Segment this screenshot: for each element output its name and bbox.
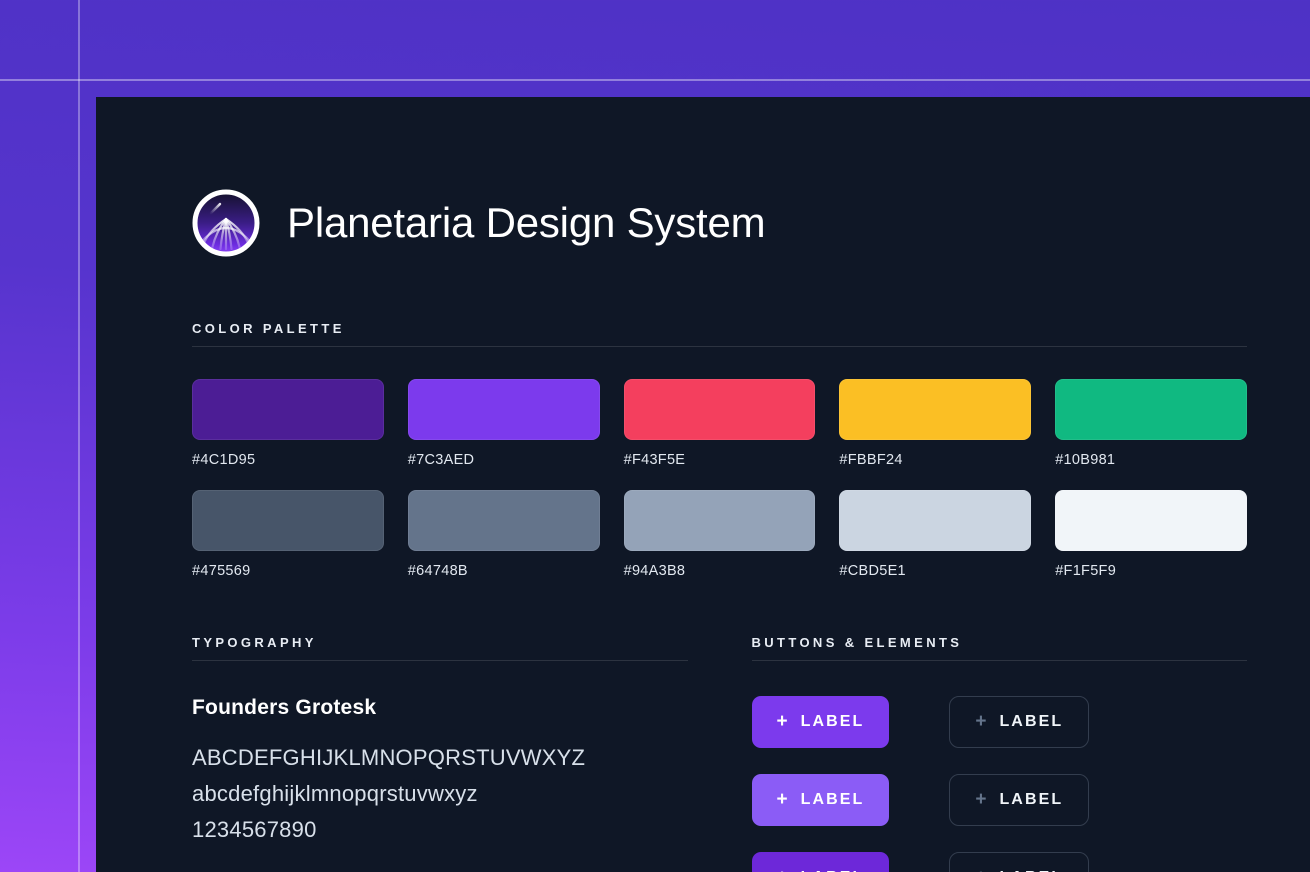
digits-sample: 1234567890 [192,812,688,848]
filled-label-button-active[interactable]: + LABEL [752,852,890,872]
button-row: + LABEL + LABEL [752,774,1248,826]
plus-icon: + [777,790,788,809]
color-swatch [624,379,816,440]
swatch-cell: #FBBF24 [839,379,1031,468]
button-label: LABEL [999,713,1063,731]
section-divider [192,660,688,661]
typography-section: TYPOGRAPHY Founders Grotesk ABCDEFGHIJKL… [192,635,688,872]
swatch-cell: #F43F5E [624,379,816,468]
design-system-panel: Planetaria Design System COLOR PALETTE #… [96,97,1310,872]
swatch-cell: #64748B [408,490,600,579]
panel-content: Planetaria Design System COLOR PALETTE #… [192,189,1247,872]
type-specimen: Founders Grotesk ABCDEFGHIJKLMNOPQRSTUVW… [192,696,688,848]
filled-label-button-hover[interactable]: + LABEL [752,774,890,826]
color-palette-section: COLOR PALETTE #4C1D95 #7C3AED #F43F5E # [192,321,1247,579]
font-name: Founders Grotesk [192,696,688,720]
type-samples: ABCDEFGHIJKLMNOPQRSTUVWXYZ abcdefghijklm… [192,740,688,848]
swatch-hex-label: #FBBF24 [839,452,1031,468]
swatch-hex-label: #475569 [192,563,384,579]
color-swatch [839,490,1031,551]
swatch-cell: #10B981 [1055,379,1247,468]
swatch-hex-label: #7C3AED [408,452,600,468]
plus-icon: + [777,868,788,872]
color-swatch [839,379,1031,440]
section-divider [192,346,1247,347]
section-divider [752,660,1248,661]
color-palette-heading: COLOR PALETTE [192,321,1247,336]
uppercase-sample: ABCDEFGHIJKLMNOPQRSTUVWXYZ [192,740,688,776]
swatch-hex-label: #F1F5F9 [1055,563,1247,579]
plus-icon: + [975,712,986,731]
swatch-cell: #F1F5F9 [1055,490,1247,579]
page-background: { "brand": { "title": "Planetaria Design… [0,0,1310,872]
plus-icon: + [975,868,986,872]
plus-icon: + [777,712,788,731]
lowercase-sample: abcdefghijklmnopqrstuvwxyz [192,776,688,812]
outline-label-button[interactable]: + LABEL [949,852,1089,872]
swatch-hex-label: #94A3B8 [624,563,816,579]
typography-heading: TYPOGRAPHY [192,635,688,650]
swatch-hex-label: #CBD5E1 [839,563,1031,579]
swatch-cell: #4C1D95 [192,379,384,468]
color-swatch [1055,490,1247,551]
planetaria-logo-icon [192,189,260,257]
color-swatch [192,490,384,551]
button-label: LABEL [801,791,865,809]
swatch-cell: #475569 [192,490,384,579]
swatch-cell: #CBD5E1 [839,490,1031,579]
color-swatch [1055,379,1247,440]
button-rows: + LABEL + LABEL + LABEL [752,696,1248,872]
backdrop-grid-line-vertical [78,0,80,872]
color-swatch [624,490,816,551]
lower-sections: TYPOGRAPHY Founders Grotesk ABCDEFGHIJKL… [192,635,1247,872]
filled-label-button[interactable]: + LABEL [752,696,890,748]
outline-label-button[interactable]: + LABEL [949,696,1089,748]
swatch-hex-label: #10B981 [1055,452,1247,468]
buttons-section: BUTTONS & ELEMENTS + LABEL + LABEL [752,635,1248,872]
color-swatch [192,379,384,440]
plus-icon: + [975,790,986,809]
backdrop-grid-line-horizontal [0,79,1310,81]
swatch-hex-label: #F43F5E [624,452,816,468]
swatch-hex-label: #4C1D95 [192,452,384,468]
swatch-cell: #7C3AED [408,379,600,468]
button-label: LABEL [801,713,865,731]
swatch-hex-label: #64748B [408,563,600,579]
page-title: Planetaria Design System [287,199,765,247]
outline-label-button[interactable]: + LABEL [949,774,1089,826]
buttons-heading: BUTTONS & ELEMENTS [752,635,1248,650]
swatch-grid: #4C1D95 #7C3AED #F43F5E #FBBF24 #10B981 [192,379,1247,579]
swatch-cell: #94A3B8 [624,490,816,579]
brand-row: Planetaria Design System [192,189,1247,257]
color-swatch [408,379,600,440]
color-swatch [408,490,600,551]
button-label: LABEL [999,791,1063,809]
button-row: + LABEL + LABEL [752,852,1248,872]
button-row: + LABEL + LABEL [752,696,1248,748]
